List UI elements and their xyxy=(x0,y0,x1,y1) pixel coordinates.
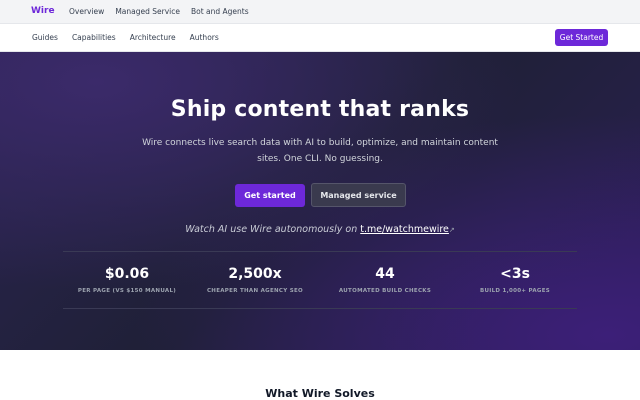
top-nav-managed-service[interactable]: Managed Service xyxy=(115,7,180,16)
stat-item: <3s BUILD 1,000+ PAGES xyxy=(451,266,579,294)
hero-section: Ship content that ranks Wire connects li… xyxy=(0,52,640,350)
brand-logo[interactable]: Wire xyxy=(31,6,55,16)
stat-item: 44 AUTOMATED BUILD CHECKS xyxy=(321,266,449,294)
watch-prefix: Watch AI use Wire autonomously on xyxy=(185,224,361,235)
hero-title: Ship content that ranks xyxy=(170,97,470,122)
get-started-header-button[interactable]: Get Started xyxy=(555,29,608,46)
sub-nav-authors[interactable]: Authors xyxy=(190,33,219,42)
section-title: What Wire Solves xyxy=(265,387,375,400)
top-nav-bot-and-agents[interactable]: Bot and Agents xyxy=(191,7,249,16)
stat-label: BUILD 1,000+ PAGES xyxy=(479,288,551,294)
top-bar: Wire Overview Managed Service Bot and Ag… xyxy=(0,0,640,24)
sub-nav-capabilities[interactable]: Capabilities xyxy=(72,33,116,42)
top-nav-overview[interactable]: Overview xyxy=(69,7,104,16)
stat-value: <3s xyxy=(500,266,530,282)
sub-nav-guides[interactable]: Guides xyxy=(32,33,58,42)
stats-row: $0.06 PER PAGE (VS $150 MANUAL) 2,500x C… xyxy=(63,251,577,309)
stat-label: AUTOMATED BUILD CHECKS xyxy=(338,288,432,294)
sub-nav-architecture[interactable]: Architecture xyxy=(130,33,176,42)
hero-subtitle: Wire connects live search data with AI t… xyxy=(142,138,498,164)
telegram-link[interactable]: t.me/watchmewire xyxy=(360,224,449,235)
stat-label: CHEAPER THAN AGENCY SEO xyxy=(206,288,304,294)
managed-service-button[interactable]: Managed service xyxy=(311,183,406,207)
stat-label: PER PAGE (VS $150 MANUAL) xyxy=(77,288,177,294)
sub-nav: Guides Capabilities Architecture Authors xyxy=(32,33,233,42)
external-link-icon: ↗ xyxy=(448,226,455,234)
watch-line: Watch AI use Wire autonomously on t.me/w… xyxy=(0,224,640,235)
sub-nav-bar: Guides Capabilities Architecture Authors xyxy=(0,24,640,52)
top-nav: Overview Managed Service Bot and Agents xyxy=(69,7,260,16)
get-started-button[interactable]: Get started xyxy=(235,184,305,207)
stat-value: 2,500x xyxy=(228,266,282,282)
stat-item: 2,500x CHEAPER THAN AGENCY SEO xyxy=(191,266,319,294)
stat-value: $0.06 xyxy=(104,266,150,282)
stat-value: 44 xyxy=(375,266,395,282)
stat-item: $0.06 PER PAGE (VS $150 MANUAL) xyxy=(63,266,191,294)
